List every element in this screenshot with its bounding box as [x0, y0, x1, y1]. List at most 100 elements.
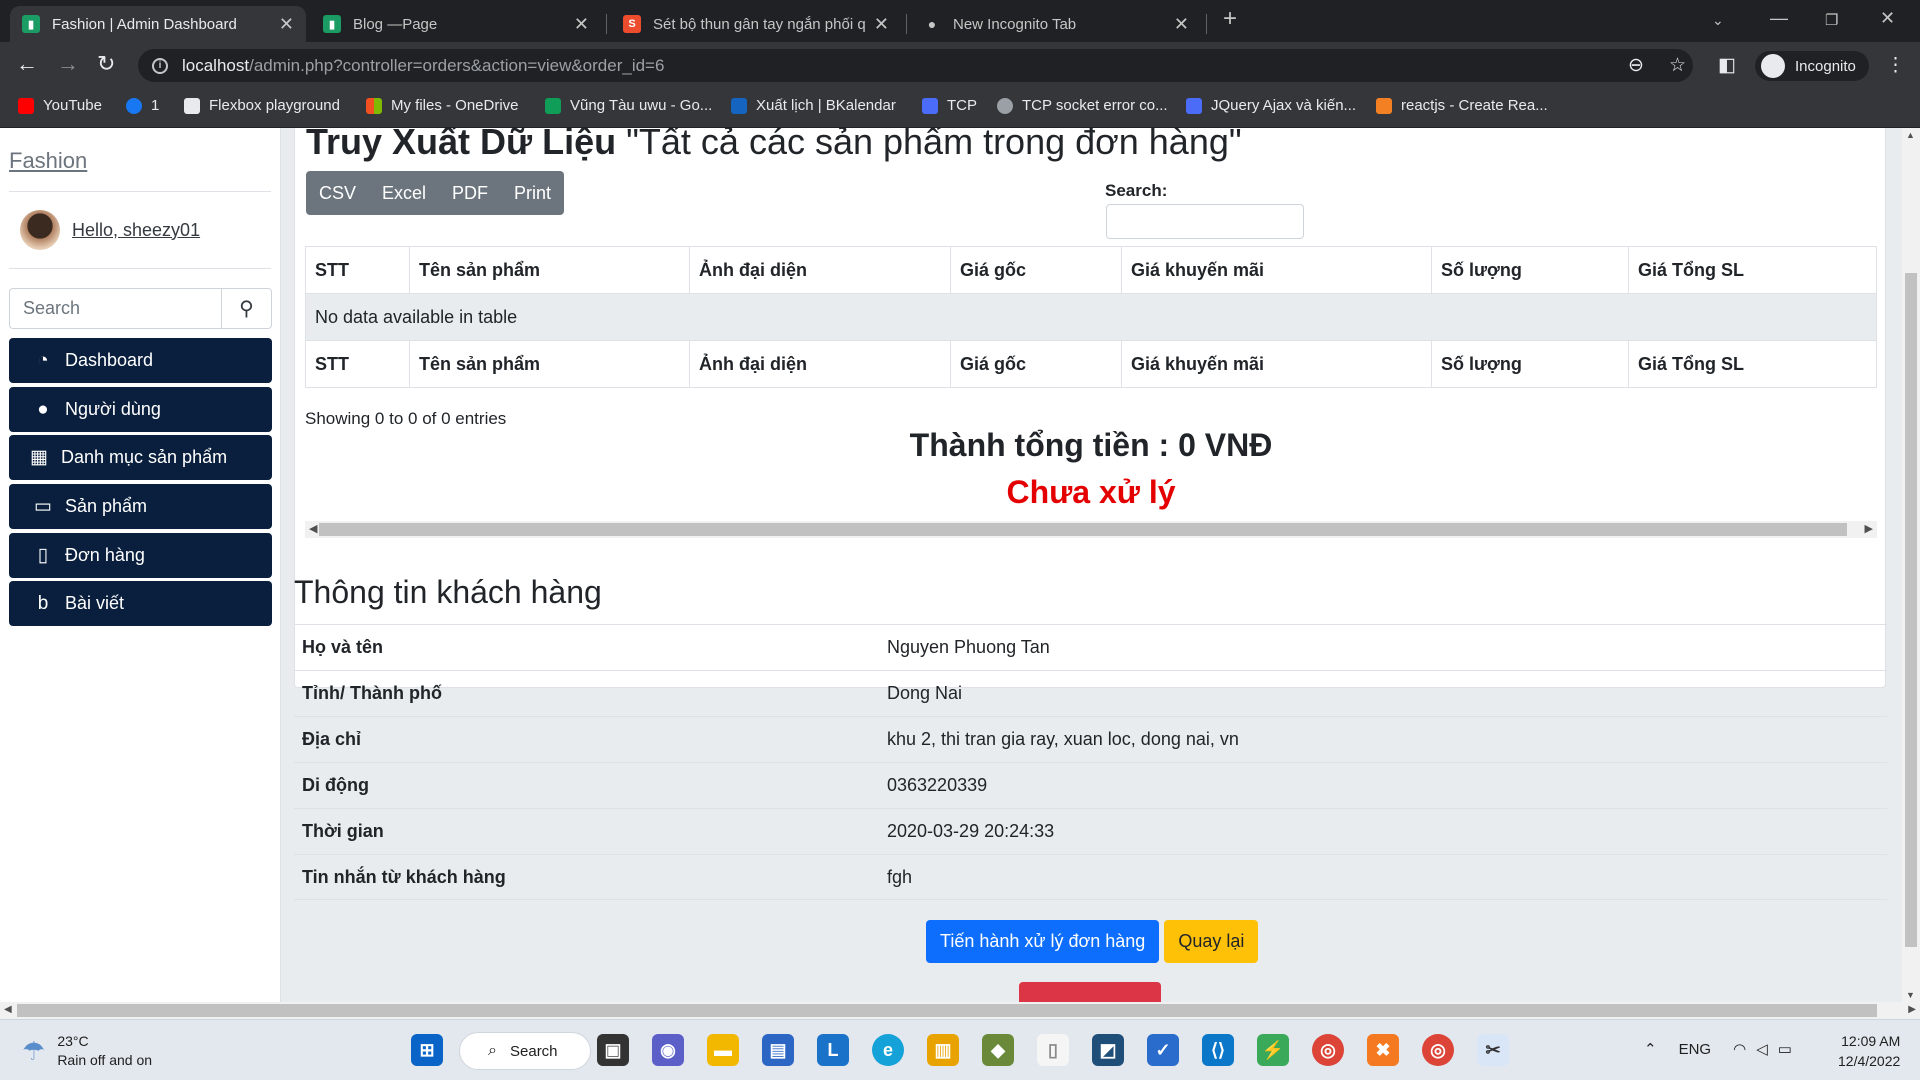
tab-search-icon[interactable]: ⌄	[1712, 12, 1724, 29]
close-icon[interactable]: ✕	[574, 14, 589, 35]
bookmark-tcp-socket[interactable]: TCP socket error co...	[997, 97, 1168, 114]
store-icon[interactable]: ▤	[762, 1034, 794, 1066]
menu-icon[interactable]: ⋮	[1886, 54, 1905, 77]
minimize-button[interactable]: —	[1770, 8, 1788, 29]
bookmark-youtube[interactable]: YouTube	[18, 97, 102, 114]
power-bi-icon[interactable]: ▥	[927, 1034, 959, 1066]
scroll-right-icon[interactable]: ▶	[1908, 1004, 1916, 1015]
restore-button[interactable]: ❐	[1825, 11, 1838, 29]
column-header[interactable]: STT	[305, 246, 410, 294]
scroll-left-icon[interactable]: ◀	[4, 1004, 12, 1015]
scrollbar-thumb[interactable]	[319, 523, 1847, 536]
user-greeting[interactable]: Hello, sheezy01	[72, 220, 200, 241]
teams-icon[interactable]: ◉	[652, 1034, 684, 1066]
todo-icon[interactable]: ✓	[1147, 1034, 1179, 1066]
column-header[interactable]: Giá Tổng SL	[1628, 246, 1877, 294]
app-icon[interactable]: ◆	[982, 1034, 1014, 1066]
tab-shop[interactable]: S Sét bộ thun gân tay ngắn phối q ✕	[611, 6, 901, 42]
scrollbar-thumb[interactable]	[1905, 273, 1917, 947]
table-horizontal-scrollbar[interactable]: ◀ ▶	[305, 521, 1877, 538]
profile-button[interactable]: Incognito	[1755, 51, 1869, 81]
sidebar-item-users[interactable]: ● Người dùng	[9, 387, 272, 432]
chevron-up-icon[interactable]: ⌃	[1644, 1040, 1657, 1058]
column-header[interactable]: Tên sản phẩm	[409, 246, 690, 294]
file-explorer-icon[interactable]: ▬	[707, 1034, 739, 1066]
excel-button[interactable]: Excel	[369, 171, 439, 215]
notepad-icon[interactable]: ▯	[1037, 1034, 1069, 1066]
bookmark-flexbox[interactable]: Flexbox playground	[184, 97, 340, 114]
bookmark-bkalendar[interactable]: Xuất lịch | BKalendar	[731, 97, 896, 114]
address-bar[interactable]: i localhost/admin.php?controller=orders&…	[138, 49, 1693, 82]
page-horizontal-scrollbar[interactable]: ◀ ▶	[0, 1002, 1920, 1019]
back-button[interactable]: Quay lại	[1164, 920, 1259, 963]
tab-fashion-admin[interactable]: ▮ Fashion | Admin Dashboard ✕	[10, 6, 306, 42]
reload-icon[interactable]: ↻	[97, 52, 115, 76]
bookmark-facebook[interactable]: 1	[126, 97, 159, 114]
close-icon[interactable]: ✕	[1174, 14, 1189, 35]
bookmark-label: Flexbox playground	[209, 97, 340, 114]
search-icon[interactable]: ⚲	[221, 289, 271, 328]
scroll-left-icon[interactable]: ◀	[309, 521, 317, 538]
close-window-button[interactable]: ✕	[1880, 8, 1895, 29]
column-header[interactable]: Giá gốc	[950, 246, 1122, 294]
forward-icon[interactable]: →	[57, 52, 79, 76]
scroll-down-icon[interactable]: ▼	[1906, 990, 1915, 1000]
column-header[interactable]: Số lượng	[1431, 246, 1629, 294]
start-icon[interactable]: ⊞	[411, 1034, 443, 1066]
bookmark-vungtau[interactable]: Vũng Tàu uwu - Go...	[545, 97, 712, 114]
dashboard-icon: ◔	[37, 349, 49, 371]
scroll-up-icon[interactable]: ▲	[1906, 130, 1915, 140]
table-footer-row: STT Tên sản phẩm Ảnh đại diện Giá gốc Gi…	[305, 340, 1877, 388]
zoom-icon[interactable]: ⊖	[1628, 54, 1644, 77]
xampp-icon[interactable]: ✖	[1367, 1034, 1399, 1066]
process-order-button[interactable]: Tiến hành xử lý đơn hàng	[926, 920, 1160, 963]
weather-widget[interactable]: ☂ 23°C Rain off and on	[22, 1032, 152, 1070]
chrome-incognito-icon[interactable]: ◎	[1422, 1034, 1454, 1066]
new-tab-button[interactable]: +	[1223, 5, 1237, 33]
snipping-tool-icon[interactable]: ✂	[1477, 1034, 1509, 1066]
table-search-input[interactable]	[1106, 204, 1304, 239]
vscode-icon[interactable]: ⟨⟩	[1202, 1034, 1234, 1066]
scroll-right-icon[interactable]: ▶	[1865, 521, 1873, 538]
search-input[interactable]: Search	[10, 289, 221, 328]
taskbar-search[interactable]: ⌕ Search	[459, 1032, 591, 1070]
close-icon[interactable]: ✕	[279, 14, 294, 35]
l-app-icon[interactable]: L	[817, 1034, 849, 1066]
column-header[interactable]: Giá khuyến mãi	[1121, 246, 1432, 294]
app-icon[interactable]: ⚡	[1257, 1034, 1289, 1066]
column-header[interactable]: Ảnh đại diện	[689, 246, 951, 294]
user-panel[interactable]: Hello, sheezy01	[20, 210, 200, 250]
bookmark-tcp[interactable]: TCP	[922, 97, 977, 114]
side-panel-icon[interactable]: ◧	[1718, 54, 1736, 77]
tool-icon[interactable]: ◩	[1092, 1034, 1124, 1066]
volume-icon[interactable]: ◁	[1756, 1040, 1768, 1058]
pdf-button[interactable]: PDF	[439, 171, 501, 215]
tab-incognito[interactable]: ● New Incognito Tab ✕	[911, 6, 1201, 42]
back-icon[interactable]: ←	[16, 52, 38, 76]
battery-icon[interactable]: ▭	[1778, 1040, 1792, 1058]
edge-icon[interactable]: e	[872, 1034, 904, 1066]
close-icon[interactable]: ✕	[874, 14, 889, 35]
sidebar-item-orders[interactable]: ▯ Đơn hàng	[9, 533, 272, 578]
site-info-icon[interactable]: i	[152, 57, 168, 74]
sidebar-item-categories[interactable]: ▦ Danh mục sản phẩm	[9, 435, 272, 480]
chrome-icon[interactable]: ◎	[1312, 1034, 1344, 1066]
task-view-icon[interactable]: ▣	[597, 1034, 629, 1066]
bookmark-jquery[interactable]: JQuery Ajax và kiến...	[1186, 97, 1356, 114]
brand-link[interactable]: Fashion	[9, 148, 87, 174]
language-indicator[interactable]: ENG	[1679, 1041, 1712, 1058]
page-vertical-scrollbar[interactable]: ▲ ▼	[1902, 128, 1920, 1002]
clock[interactable]: 12:09 AM 12/4/2022	[1838, 1031, 1900, 1071]
bookmark-star-icon[interactable]: ☆	[1669, 54, 1686, 77]
tab-blog[interactable]: ▮ Blog —Page ✕	[311, 6, 601, 42]
csv-button[interactable]: CSV	[306, 171, 369, 215]
scrollbar-thumb[interactable]	[17, 1004, 1877, 1017]
sidebar-item-posts[interactable]: b Bài viết	[9, 581, 272, 626]
sidebar-item-dashboard[interactable]: ◔ Dashboard	[9, 338, 272, 383]
wifi-icon[interactable]: ◠	[1733, 1040, 1746, 1058]
sidebar-item-products[interactable]: ▭ Sản phẩm	[9, 484, 272, 529]
print-button[interactable]: Print	[501, 171, 564, 215]
bookmark-onedrive[interactable]: My files - OneDrive	[366, 97, 519, 114]
bookmark-reactjs[interactable]: reactjs - Create Rea...	[1376, 97, 1548, 114]
cancel-order-button[interactable]	[1019, 982, 1161, 1002]
